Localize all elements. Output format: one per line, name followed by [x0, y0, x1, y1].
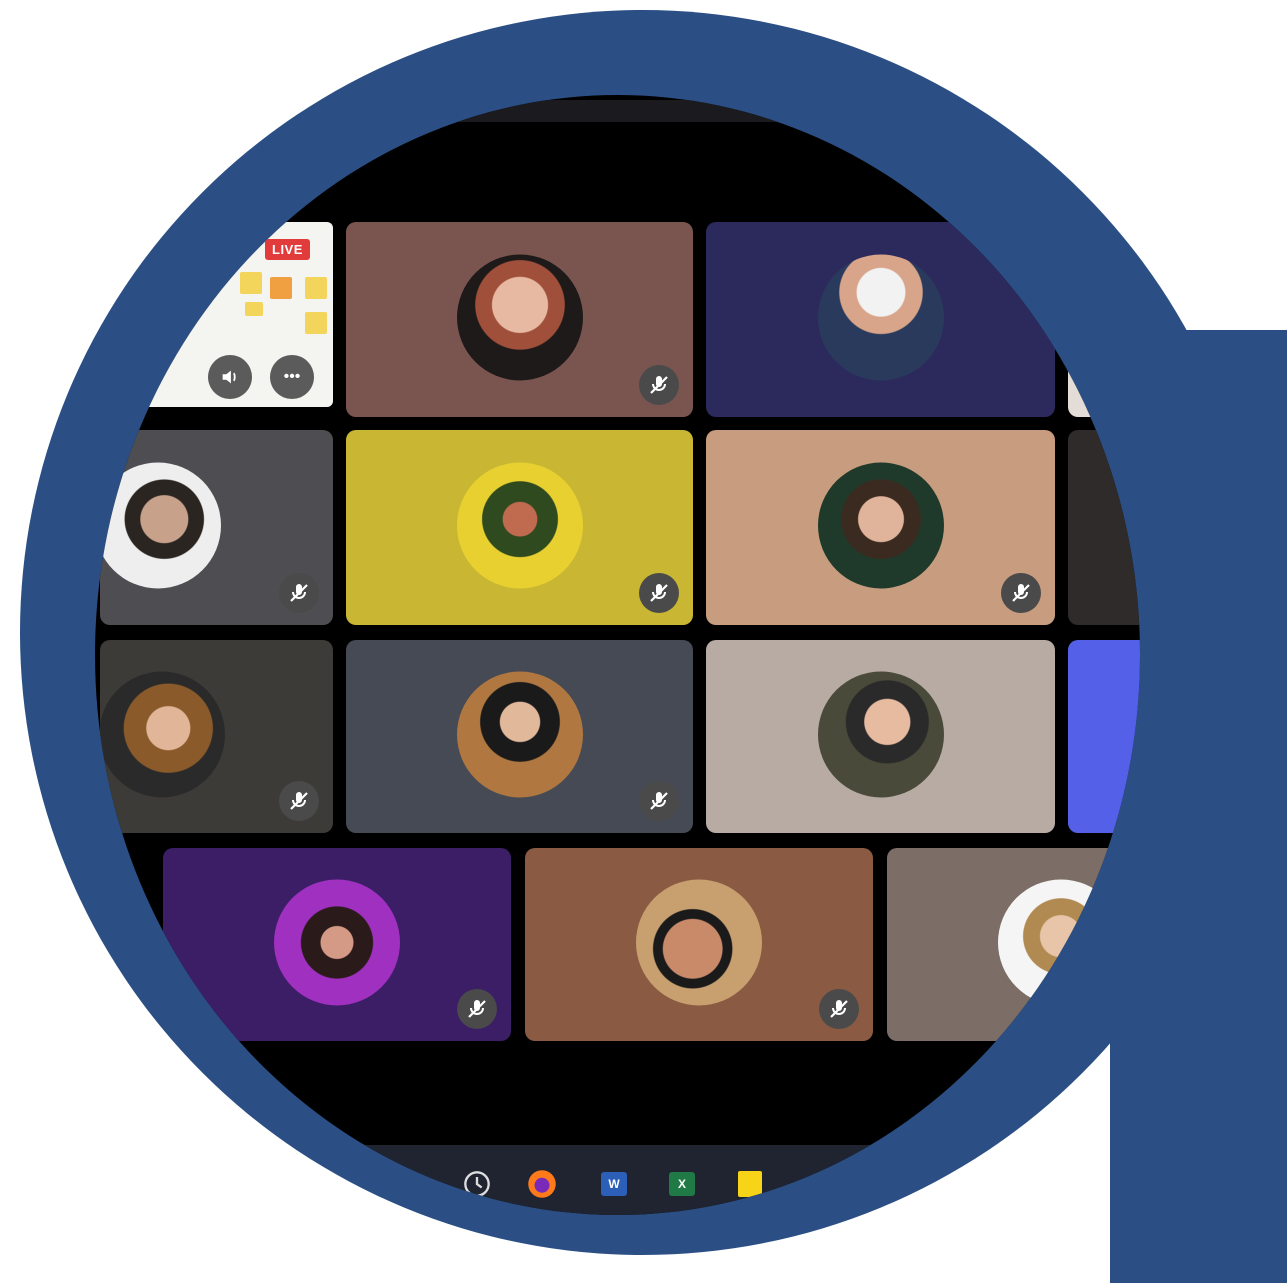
avatar: [456, 670, 583, 797]
mic-off-icon: [650, 376, 668, 394]
more-options-button[interactable]: •••: [270, 355, 314, 399]
avatar: [274, 878, 400, 1005]
participant-tile[interactable]: [887, 848, 1140, 1041]
mute-badge: [1001, 573, 1041, 613]
mute-badge: [279, 573, 319, 613]
sticky-note: [240, 272, 262, 294]
mic-off-icon: [1012, 584, 1030, 602]
mic-off-icon: [650, 792, 668, 810]
participant-tile[interactable]: [346, 222, 693, 417]
taskbar-sticky-notes-button[interactable]: [733, 1167, 767, 1201]
participant-tile[interactable]: [100, 430, 333, 625]
more-options-icon: •••: [283, 368, 301, 385]
participant-tile[interactable]: [706, 640, 1055, 833]
avatar: [817, 253, 944, 380]
avatar: [100, 461, 221, 588]
taskbar-excel-button[interactable]: X: [665, 1167, 699, 1201]
mute-badge: [639, 573, 679, 613]
avatar: [998, 878, 1124, 1005]
sticky-note: [245, 302, 263, 316]
mute-badge: [639, 365, 679, 405]
mute-badge: [279, 781, 319, 821]
meeting-viewport: ••• LIVE W X: [95, 95, 1140, 1215]
participant-tile[interactable]: [1068, 430, 1140, 625]
taskbar-firefox-button[interactable]: [525, 1167, 559, 1201]
volume-icon: [222, 370, 236, 384]
avatar: [456, 461, 583, 588]
mic-off-icon: [830, 1000, 848, 1018]
participant-tile[interactable]: [1068, 222, 1140, 417]
mute-badge: [639, 781, 679, 821]
mic-off-icon: [650, 584, 668, 602]
mic-off-icon: [290, 792, 308, 810]
volume-button[interactable]: [208, 355, 252, 399]
participant-tile[interactable]: [346, 640, 693, 833]
mic-off-icon: [290, 584, 308, 602]
firefox-icon: [528, 1170, 556, 1198]
participant-tile[interactable]: [346, 430, 693, 625]
sticky-notes-icon: [738, 1171, 762, 1197]
window-topbar: [95, 100, 1140, 122]
taskbar-word-button[interactable]: W: [597, 1167, 631, 1201]
sticky-note: [270, 277, 292, 299]
participant-tile[interactable]: [100, 640, 333, 833]
meeting-screen: ••• LIVE W X: [95, 95, 1140, 1215]
participant-tile[interactable]: [706, 430, 1055, 625]
mic-off-icon: [468, 1000, 486, 1018]
live-badge: LIVE: [265, 239, 310, 260]
mute-badge: [457, 989, 497, 1029]
participant-tile[interactable]: [525, 848, 873, 1041]
sticky-note: [305, 312, 327, 334]
avatar: [456, 253, 583, 380]
avatar: [817, 670, 944, 797]
participant-tile[interactable]: [163, 848, 511, 1041]
clock-icon: [464, 1171, 490, 1197]
sticky-note: [305, 277, 327, 299]
avatar: [636, 878, 762, 1005]
taskbar-clock-button[interactable]: [460, 1167, 494, 1201]
word-icon: W: [601, 1172, 627, 1196]
participant-tile[interactable]: [1068, 640, 1140, 833]
avatar: [817, 461, 944, 588]
excel-icon: X: [669, 1172, 695, 1196]
participant-tile[interactable]: [706, 222, 1055, 417]
avatar: [100, 670, 225, 797]
mute-badge: [819, 989, 859, 1029]
